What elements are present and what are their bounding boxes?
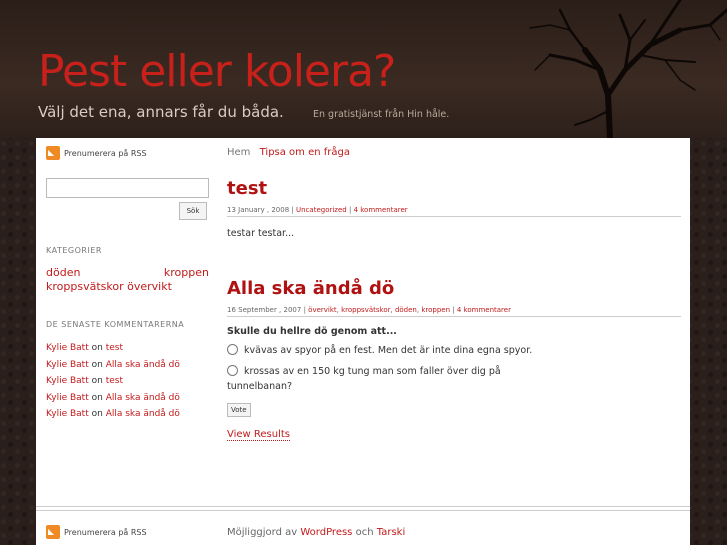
- comment-on: on: [91, 376, 103, 386]
- radio-button[interactable]: [227, 365, 238, 376]
- comment-author[interactable]: Kylie Batt: [46, 343, 89, 353]
- site-header: Pest eller kolera? Välj det ena, annars …: [0, 0, 727, 138]
- comment-post[interactable]: Alla ska ändå dö: [106, 393, 180, 403]
- comment-on: on: [91, 392, 103, 403]
- comment-author[interactable]: Kylie Batt: [46, 393, 89, 403]
- site-title[interactable]: Pest eller kolera?: [38, 46, 396, 97]
- post-comments-link[interactable]: 4 kommentarer: [457, 306, 511, 314]
- post-category[interactable]: Uncategorized: [296, 206, 347, 214]
- comment-author[interactable]: Kylie Batt: [46, 409, 89, 419]
- recent-comments-heading: DE SENASTE KOMMENTARERNA: [46, 320, 185, 329]
- main-nav: Hem Tipsa om en fråga: [227, 147, 350, 158]
- powered-by-text: Möjliggjord av: [227, 527, 298, 538]
- category-link[interactable]: döden: [46, 266, 80, 279]
- post-category[interactable]: övervikt: [308, 306, 337, 314]
- meta-separator: |: [452, 306, 455, 314]
- post-category[interactable]: döden: [395, 306, 417, 314]
- rss-icon: [46, 146, 60, 160]
- footer-divider: [36, 510, 690, 511]
- poll-option-label: kvävas av spyor på en fest. Men det är i…: [244, 345, 533, 356]
- footer-divider: [36, 506, 690, 507]
- wordpress-link[interactable]: WordPress: [300, 527, 352, 538]
- post-meta: 13 January , 2008 | Uncategorized | 4 ko…: [227, 206, 681, 217]
- list-item: Kylie Batt on test: [46, 340, 180, 357]
- vote-button[interactable]: Vote: [227, 403, 251, 417]
- nav-tip[interactable]: Tipsa om en fråga: [260, 147, 350, 158]
- search-input[interactable]: [46, 178, 209, 198]
- site-subtitle: Välj det ena, annars får du båda.: [38, 103, 284, 121]
- list-item: Kylie Batt on test: [46, 373, 180, 390]
- post-meta: 16 September , 2007 | övervikt, kroppsvä…: [227, 306, 681, 317]
- list-item: Kylie Batt on Alla ska ändå dö: [46, 357, 180, 374]
- footer-rss-link[interactable]: Prenumerera på RSS: [46, 525, 147, 539]
- poll-option-label: krossas av en 150 kg tung man som faller…: [244, 366, 501, 377]
- category-link[interactable]: kroppen: [164, 266, 209, 279]
- comment-author[interactable]: Kylie Batt: [46, 360, 89, 370]
- rss-link[interactable]: Prenumerera på RSS: [46, 146, 147, 160]
- tarski-link[interactable]: Tarski: [377, 527, 405, 538]
- comment-post[interactable]: test: [106, 376, 123, 386]
- post-category[interactable]: kroppsvätskor: [341, 306, 390, 314]
- comment-author[interactable]: Kylie Batt: [46, 376, 89, 386]
- recent-comments-list: Kylie Batt on test Kylie Batt on Alla sk…: [46, 340, 180, 423]
- post-title[interactable]: test: [227, 178, 267, 199]
- meta-separator: |: [303, 306, 306, 314]
- rss-label: Prenumerera på RSS: [64, 148, 147, 158]
- categories-list: döden kroppen kroppsvätskor övervikt: [46, 266, 209, 294]
- comment-post[interactable]: test: [106, 343, 123, 353]
- site-tagline: En gratistjänst från Hin håle.: [313, 109, 450, 120]
- comment-on: on: [91, 359, 103, 370]
- post-date: 16 September , 2007: [227, 306, 302, 314]
- search-button[interactable]: Sök: [179, 202, 207, 220]
- category-link[interactable]: kroppsvätskor: [46, 280, 124, 293]
- page-container: Prenumerera på RSS Sök KATEGORIER döden …: [36, 138, 690, 545]
- list-item: Kylie Batt on Alla ska ändå dö: [46, 406, 180, 423]
- categories-heading: KATEGORIER: [46, 246, 102, 255]
- nav-home[interactable]: Hem: [227, 147, 250, 158]
- and-text: och: [355, 527, 374, 538]
- list-item: Kylie Batt on Alla ska ändå dö: [46, 390, 180, 407]
- post-title[interactable]: Alla ska ändå dö: [227, 278, 394, 299]
- poll-option-continued: tunnelbanan?: [227, 381, 293, 392]
- category-link[interactable]: övervikt: [127, 280, 172, 293]
- radio-button[interactable]: [227, 344, 238, 355]
- tree-icon: [529, 0, 727, 138]
- post-date: 13 January , 2008: [227, 206, 290, 214]
- post-comments-link[interactable]: 4 kommentarer: [354, 206, 408, 214]
- poll-option[interactable]: kvävas av spyor på en fest. Men det är i…: [227, 344, 532, 356]
- comment-post[interactable]: Alla ska ändå dö: [106, 360, 180, 370]
- poll-question: Skulle du hellre dö genom att...: [227, 326, 397, 337]
- poll-option[interactable]: krossas av en 150 kg tung man som faller…: [227, 365, 501, 377]
- comment-on: on: [91, 409, 103, 419]
- meta-separator: |: [291, 206, 294, 214]
- rss-icon: [46, 525, 60, 539]
- comment-post[interactable]: Alla ska ändå dö: [106, 409, 180, 419]
- view-results-link[interactable]: View Results: [227, 429, 291, 441]
- post-body: testar testar...: [227, 228, 295, 239]
- footer-credits: Möjliggjord av WordPress och Tarski: [227, 527, 405, 538]
- post-category[interactable]: kroppen: [421, 306, 450, 314]
- rss-label: Prenumerera på RSS: [64, 527, 147, 537]
- meta-separator: |: [348, 206, 352, 214]
- comment-on: on: [91, 343, 103, 353]
